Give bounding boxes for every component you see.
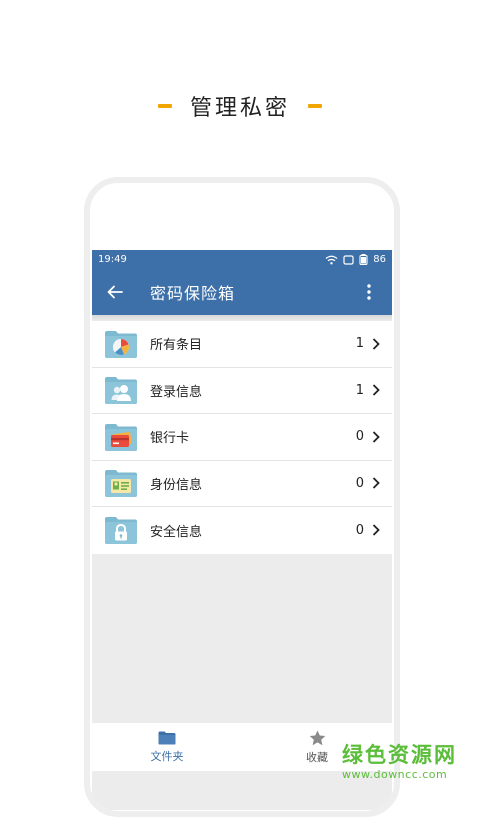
screen-icon [343, 254, 354, 265]
star-icon [309, 730, 325, 745]
list-item-label: 登录信息 [150, 384, 203, 400]
headline-dash-right [308, 104, 322, 108]
phone-frame: 19:49 86 密码保险箱 所有条目 1 登录信息 1 银行卡 0 身份信息 … [84, 177, 400, 817]
phone-screen: 19:49 86 密码保险箱 所有条目 1 登录信息 1 银行卡 0 身份信息 … [92, 250, 392, 810]
promo-headline: 管理私密 [0, 88, 480, 124]
list-item-all-entries[interactable]: 所有条目 1 [92, 321, 392, 368]
watermark-url: www.downcc.com [342, 768, 448, 781]
list-item-count: 1 [355, 336, 364, 352]
list-item-label: 安全信息 [150, 524, 203, 540]
list-item-label: 所有条目 [150, 338, 203, 354]
back-button[interactable] [102, 279, 128, 305]
id-card-folder-icon [104, 468, 138, 498]
list-item-security-info[interactable]: 安全信息 0 [92, 507, 392, 554]
tab-label: 文件夹 [150, 749, 184, 763]
tab-label: 收藏 [306, 750, 328, 764]
arrow-left-icon [107, 285, 123, 299]
list-item-count: 1 [355, 382, 364, 398]
chevron-right-icon [372, 477, 382, 489]
list-item-count: 0 [355, 522, 364, 538]
more-vertical-icon [367, 284, 371, 300]
battery-level: 86 [373, 254, 386, 265]
list-item-identity-info[interactable]: 身份信息 0 [92, 461, 392, 507]
tab-folders[interactable]: 文件夹 [92, 723, 242, 771]
status-icons: 86 [325, 254, 386, 265]
headline-dash-left [157, 104, 172, 108]
watermark: 绿色资源网 www.downcc.com [342, 742, 462, 782]
bank-card-folder-icon [104, 422, 138, 452]
folder-icon [158, 731, 176, 744]
list-item-label: 身份信息 [150, 477, 203, 493]
chevron-right-icon [372, 431, 382, 443]
wifi-icon [325, 255, 338, 264]
list-item-login-info[interactable]: 登录信息 1 [92, 368, 392, 414]
chevron-right-icon [372, 384, 382, 396]
status-bar: 19:49 86 [92, 250, 392, 269]
pie-chart-folder-icon [104, 329, 138, 359]
headline-text: 管理私密 [189, 96, 290, 121]
list-item-bank-card[interactable]: 银行卡 0 [92, 414, 392, 461]
battery-icon [359, 254, 368, 265]
watermark-title: 绿色资源网 [342, 743, 457, 767]
list-item-label: 银行卡 [150, 431, 190, 447]
lock-folder-icon [104, 515, 138, 545]
category-list: 所有条目 1 登录信息 1 银行卡 0 身份信息 0 安全信息 0 [92, 321, 392, 554]
chevron-right-icon [372, 338, 382, 350]
list-item-count: 0 [355, 475, 364, 491]
chevron-right-icon [372, 524, 382, 536]
status-time: 19:49 [98, 254, 127, 265]
user-folder-icon [104, 375, 138, 405]
app-bar: 密码保险箱 [92, 269, 392, 315]
list-item-count: 0 [355, 429, 364, 445]
page-title: 密码保险箱 [150, 284, 236, 303]
more-menu-button[interactable] [356, 279, 382, 305]
